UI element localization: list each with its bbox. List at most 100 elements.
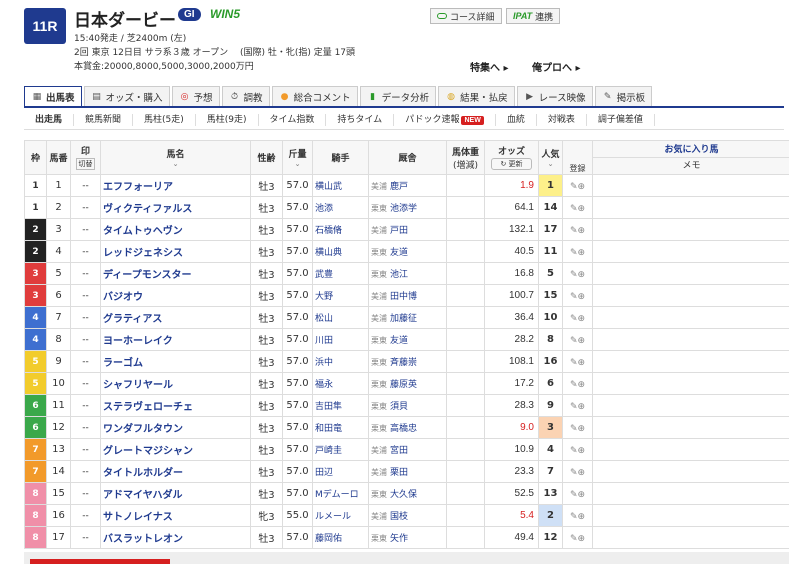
trainer-link[interactable]: 藤原英 [390,380,417,390]
jockey-link[interactable]: 横山武 [312,174,369,197]
horse-name-link[interactable]: バジオウ [100,284,251,307]
scroll-thumb[interactable] [30,559,170,564]
tab-video[interactable]: ▶ レース映像 [516,86,593,106]
jockey-link[interactable]: 戸崎圭 [312,438,369,461]
trainer-link[interactable]: 友道 [390,248,408,258]
register-horse-button[interactable]: ✎⊕ [562,306,593,329]
jockey-link[interactable]: 石橋脩 [312,218,369,241]
col-popularity[interactable]: 人気 ⌄ [538,140,563,175]
subtab-item[interactable]: パドック速報 NEW [394,113,496,126]
trainer-link[interactable]: 高橋忠 [390,424,417,434]
memo-cell[interactable] [592,240,789,263]
horse-name-link[interactable]: ワンダフルタウン [100,416,251,439]
register-horse-button[interactable]: ✎⊕ [562,284,593,307]
subtab-item[interactable]: 持ちタイム [326,113,395,126]
mark-select[interactable]: -- [70,460,101,483]
jockey-link[interactable]: 武豊 [312,262,369,285]
register-horse-button[interactable]: ✎⊕ [562,482,593,505]
register-horse-button[interactable]: ✎⊕ [562,174,593,197]
trainer-link[interactable]: 田中博 [390,292,417,302]
trainer-link[interactable]: 矢作 [390,534,408,544]
mark-select[interactable]: -- [70,196,101,219]
memo-cell[interactable] [592,328,789,351]
horse-name-link[interactable]: アドマイヤハダル [100,482,251,505]
memo-cell[interactable] [592,438,789,461]
subtab-item[interactable]: 対戦表 [537,113,587,126]
horse-name-link[interactable]: タイトルホルダー [100,460,251,483]
trainer-link[interactable]: 戸田 [390,226,408,236]
trainer-link[interactable]: 加藤征 [390,314,417,324]
mark-select[interactable]: -- [70,240,101,263]
favorite-horse-link[interactable]: お気に入り馬 [593,142,789,158]
ipat-link-button[interactable]: IPAT 連携 [506,8,561,24]
memo-cell[interactable] [592,460,789,483]
register-horse-button[interactable]: ✎⊕ [562,328,593,351]
horse-name-link[interactable]: ディープモンスター [100,262,251,285]
horse-name-link[interactable]: グレートマジシャン [100,438,251,461]
trainer-link[interactable]: 斉藤崇 [390,358,417,368]
horse-name-link[interactable]: ステラヴェローチェ [100,394,251,417]
jockey-link[interactable]: 松山 [312,306,369,329]
register-horse-button[interactable]: ✎⊕ [562,416,593,439]
horse-name-link[interactable]: グラティアス [100,306,251,329]
subtab-item[interactable]: 馬柱(9走) [196,113,259,126]
horse-name-link[interactable]: シャフリヤール [100,372,251,395]
trainer-link[interactable]: 友道 [390,336,408,346]
memo-cell[interactable] [592,504,789,527]
horse-name-link[interactable]: ヨーホーレイク [100,328,251,351]
tab-coins[interactable]: ◍ 結果・払戻 [438,86,515,106]
mark-select[interactable]: -- [70,218,101,241]
subtab-item[interactable]: タイム指数 [259,113,327,126]
mark-select[interactable]: -- [70,284,101,307]
jockey-link[interactable]: 川田 [312,328,369,351]
mark-select[interactable]: -- [70,526,101,549]
odds-update-button[interactable]: ↻ 更新 [491,158,532,170]
trainer-link[interactable]: 池添学 [390,204,417,214]
register-horse-button[interactable]: ✎⊕ [562,196,593,219]
jockey-link[interactable]: ルメール [312,504,369,527]
memo-cell[interactable] [592,306,789,329]
mark-select[interactable]: -- [70,372,101,395]
register-horse-button[interactable]: ✎⊕ [562,504,593,527]
mark-select[interactable]: -- [70,174,101,197]
course-detail-button[interactable]: コース詳細 [430,8,502,24]
memo-cell[interactable] [592,372,789,395]
memo-cell[interactable] [592,350,789,373]
jockey-link[interactable]: 大野 [312,284,369,307]
mark-select[interactable]: -- [70,328,101,351]
tab-odds[interactable]: ▤ オッズ・購入 [83,86,170,106]
memo-cell[interactable] [592,416,789,439]
mark-toggle-button[interactable]: 切替 [76,158,95,170]
mark-select[interactable]: -- [70,262,101,285]
subtab-item[interactable]: 出走馬 [24,113,75,126]
mark-select[interactable]: -- [70,306,101,329]
memo-cell[interactable] [592,196,789,219]
register-horse-button[interactable]: ✎⊕ [562,350,593,373]
register-horse-button[interactable]: ✎⊕ [562,372,593,395]
mark-select[interactable]: -- [70,416,101,439]
tab-bar-chart[interactable]: ▮ データ分析 [359,86,437,106]
subtab-item[interactable]: 競馬新聞 [74,113,134,126]
horse-name-link[interactable]: タイムトゥヘヴン [100,218,251,241]
register-horse-button[interactable]: ✎⊕ [562,526,593,549]
jockey-link[interactable]: 池添 [312,196,369,219]
tab-board[interactable]: ✎ 掲示板 [594,86,653,106]
trainer-link[interactable]: 大久保 [390,490,417,500]
jockey-link[interactable]: 横山典 [312,240,369,263]
trainer-link[interactable]: 須貝 [390,402,408,412]
horse-name-link[interactable]: ラーゴム [100,350,251,373]
jockey-link[interactable]: 藤岡佑 [312,526,369,549]
register-horse-button[interactable]: ✎⊕ [562,240,593,263]
memo-cell[interactable] [592,174,789,197]
memo-cell[interactable] [592,262,789,285]
jockey-link[interactable]: Mデムーロ [312,482,369,505]
register-horse-button[interactable]: ✎⊕ [562,394,593,417]
memo-cell[interactable] [592,526,789,549]
col-horse[interactable]: 馬名 ⌄ [100,140,251,175]
subtab-item[interactable]: 馬柱(5走) [133,113,196,126]
register-horse-button[interactable]: ✎⊕ [562,438,593,461]
trainer-link[interactable]: 宮田 [390,446,408,456]
memo-cell[interactable] [592,218,789,241]
feature-link[interactable]: 特集へ ▸ [470,59,509,74]
jockey-link[interactable]: 浜中 [312,350,369,373]
